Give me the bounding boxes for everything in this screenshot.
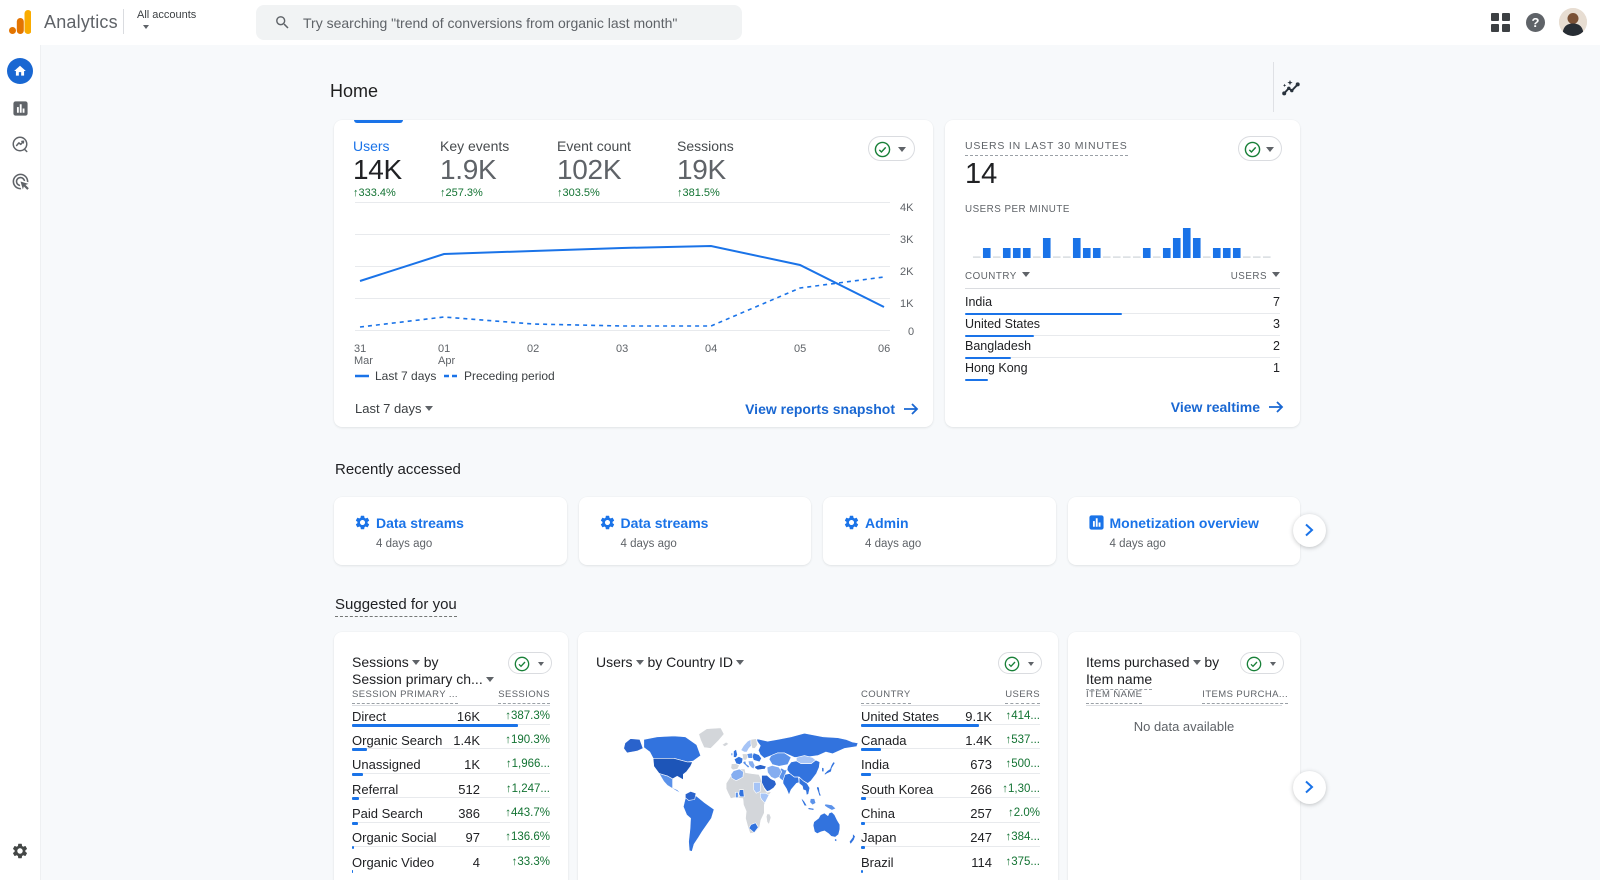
svg-text:Mar: Mar [354,355,373,367]
svg-text:31: 31 [354,343,366,355]
svg-text:06: 06 [878,343,890,355]
svg-text:3K: 3K [900,234,914,246]
svg-text:0: 0 [908,326,914,338]
svg-text:Last 7 days: Last 7 days [375,369,436,382]
svg-text:04: 04 [705,343,717,355]
svg-text:05: 05 [794,343,806,355]
svg-text:03: 03 [616,343,628,355]
svg-text:4K: 4K [900,202,914,214]
svg-text:1K: 1K [900,298,914,310]
svg-text:Apr: Apr [438,355,455,367]
svg-text:02: 02 [527,343,539,355]
svg-text:01: 01 [438,343,450,355]
svg-text:2K: 2K [900,266,914,278]
svg-text:Preceding period: Preceding period [464,369,555,382]
